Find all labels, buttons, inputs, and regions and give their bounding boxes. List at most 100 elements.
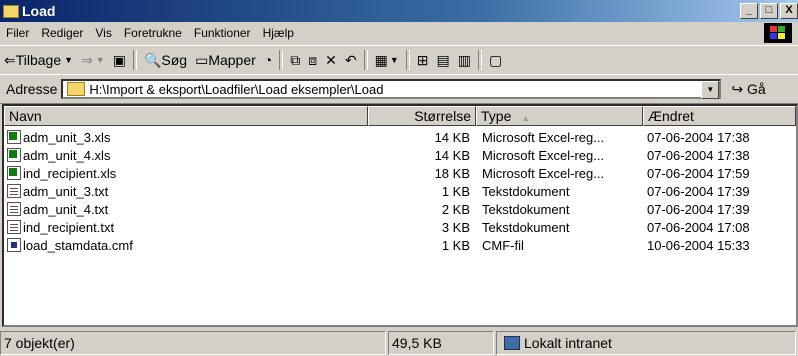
status-size: 49,5 KB [388, 331, 494, 355]
back-button[interactable]: ⇐ Tilbage ▼ [0, 49, 77, 71]
column-header-row: Navn Størrelse Type ▲ Ændret [4, 106, 796, 126]
file-size: 18 KB [434, 165, 470, 181]
address-label: Adresse [6, 81, 58, 97]
window-title: Load [22, 3, 56, 19]
file-modified: 07-06-2004 17:08 [647, 219, 750, 235]
file-modified: 07-06-2004 17:39 [647, 183, 750, 199]
new-folder-button[interactable]: ⊞ [413, 49, 433, 71]
delete-icon: ✕ [325, 51, 337, 68]
address-field[interactable]: H:\Import & eksport\Loadfiler\Load eksem… [61, 79, 722, 99]
file-row[interactable]: adm_unit_3.xls 14 KB Microsoft Excel-reg..… [4, 128, 796, 146]
file-name: adm_unit_3.txt [23, 183, 109, 199]
folders-icon: ▭ [195, 51, 209, 68]
file-name: ind_recipient.txt [23, 219, 115, 235]
search-button[interactable]: 🔍 Søg [140, 49, 191, 71]
text-file-icon [7, 202, 21, 216]
file-row[interactable]: ind_recipient.xls 18 KB Microsoft Excel-re… [4, 164, 796, 182]
menu-help[interactable]: Hjælp [257, 26, 300, 40]
file-row[interactable]: load_stamdata.cmf 1 KB CMF-fil 10-06-2004 1… [4, 236, 796, 254]
chevron-down-icon[interactable]: ▼ [701, 81, 720, 99]
status-count: 7 objekt(er) [0, 331, 386, 355]
file-size: 1 KB [441, 237, 470, 253]
up-folder-button[interactable]: ▣ [109, 49, 130, 71]
windows-logo-icon [764, 23, 792, 43]
file-size: 14 KB [434, 129, 470, 145]
back-label: Tilbage [15, 52, 62, 68]
file-modified: 07-06-2004 17:38 [647, 147, 750, 163]
excel-file-icon [7, 148, 21, 162]
file-type: Microsoft Excel-reg... [482, 165, 605, 181]
folder-options-icon: ▢ [488, 51, 503, 68]
file-name: adm_unit_4.xls [23, 147, 111, 163]
file-name-cell: ind_recipient.txt [4, 220, 368, 235]
toolbar-separator [363, 50, 368, 70]
history-button[interactable]: ◔ [260, 49, 276, 71]
intranet-zone-icon [504, 336, 520, 350]
menu-favorites[interactable]: Foretrukne [118, 26, 188, 40]
map-drive-icon: ▥ [457, 51, 471, 68]
text-file-icon [7, 220, 21, 234]
folder-icon [67, 82, 86, 96]
file-name-cell: adm_unit_3.txt [4, 184, 368, 199]
file-list[interactable]: Navn Størrelse Type ▲ Ændret adm_unit_3.… [2, 104, 798, 327]
toolbar-separator [132, 50, 137, 70]
chevron-down-icon: ▼ [64, 55, 74, 65]
properties-icon: ▤ [436, 51, 450, 68]
file-row[interactable]: adm_unit_4.txt 2 KB Tekstdokument 07-06-200… [4, 200, 796, 218]
file-type: Microsoft Excel-reg... [482, 147, 605, 163]
column-header-size[interactable]: Størrelse [368, 106, 476, 126]
delete-button[interactable]: ✕ [321, 49, 341, 71]
column-header-type[interactable]: Type ▲ [476, 106, 643, 126]
menu-edit[interactable]: Rediger [35, 26, 89, 40]
cmf-file-icon [7, 238, 21, 252]
file-type: Tekstdokument [482, 201, 570, 217]
menu-bar: Filer Rediger Vis Foretrukne Funktioner … [0, 22, 798, 44]
copy-to-icon: ⧈ [308, 51, 318, 68]
back-arrow-icon: ⇐ [4, 51, 16, 68]
undo-button[interactable]: ↶ [341, 49, 361, 71]
forward-button[interactable]: ⇒ ▼ [77, 49, 109, 71]
new-folder-icon: ⊞ [416, 51, 429, 68]
file-modified: 07-06-2004 17:38 [647, 129, 750, 145]
chevron-down-icon: ▼ [389, 55, 399, 65]
file-modified: 07-06-2004 17:59 [647, 165, 750, 181]
maximize-button[interactable]: □ [760, 3, 778, 19]
copy-to-button[interactable]: ⧈ [304, 49, 321, 71]
column-header-name[interactable]: Navn [4, 106, 368, 126]
file-name: load_stamdata.cmf [23, 237, 133, 253]
file-name-cell: adm_unit_4.xls [4, 148, 368, 163]
menu-file[interactable]: Filer [0, 26, 35, 40]
file-name: adm_unit_3.xls [23, 129, 111, 145]
text-file-icon [7, 184, 21, 198]
address-bar: Adresse H:\Import & eksport\Loadfiler\Lo… [0, 74, 798, 104]
close-button[interactable]: X [780, 3, 798, 19]
folder-options-button[interactable]: ▢ [485, 49, 506, 71]
file-row[interactable]: ind_recipient.txt 3 KB Tekstdokument 07-06-… [4, 218, 796, 236]
forward-arrow-icon: ⇒ [81, 51, 93, 68]
title-bar[interactable]: Load _ □ X [0, 0, 798, 22]
file-size: 2 KB [441, 201, 470, 217]
menu-tools[interactable]: Funktioner [188, 26, 257, 40]
toolbar-separator [405, 50, 410, 70]
file-name: adm_unit_4.txt [23, 201, 109, 217]
status-zone: Lokalt intranet [496, 331, 796, 355]
properties-button[interactable]: ▤ [433, 49, 454, 71]
file-row[interactable]: adm_unit_3.txt 1 KB Tekstdokument 07-06-200… [4, 182, 796, 200]
menu-view[interactable]: Vis [89, 26, 117, 40]
file-name-cell: adm_unit_3.xls [4, 130, 368, 145]
file-row[interactable]: adm_unit_4.xls 14 KB Microsoft Excel-reg..… [4, 146, 796, 164]
status-bar: 7 objekt(er) 49,5 KB Lokalt intranet [0, 330, 798, 356]
minimize-button[interactable]: _ [740, 3, 758, 19]
move-to-button[interactable]: ⧉ [286, 49, 304, 71]
map-drive-button[interactable]: ▥ [454, 49, 475, 71]
folders-button[interactable]: ▭ Mapper [191, 49, 260, 71]
status-zone-label: Lokalt intranet [524, 335, 612, 351]
search-icon: 🔍 [143, 51, 162, 68]
column-header-modified[interactable]: Ændret [643, 106, 796, 126]
toolbar: ⇐ Tilbage ▼ ⇒ ▼ ▣ 🔍 Søg ▭ Mapper ◔ ⧉ ⧈ ✕… [0, 45, 798, 75]
chevron-down-icon: ▼ [95, 55, 105, 65]
views-button[interactable]: ▦ ▼ [371, 49, 403, 71]
file-name: ind_recipient.xls [23, 165, 117, 181]
excel-file-icon [7, 166, 21, 180]
go-button[interactable]: ↪ Gå [731, 81, 765, 98]
